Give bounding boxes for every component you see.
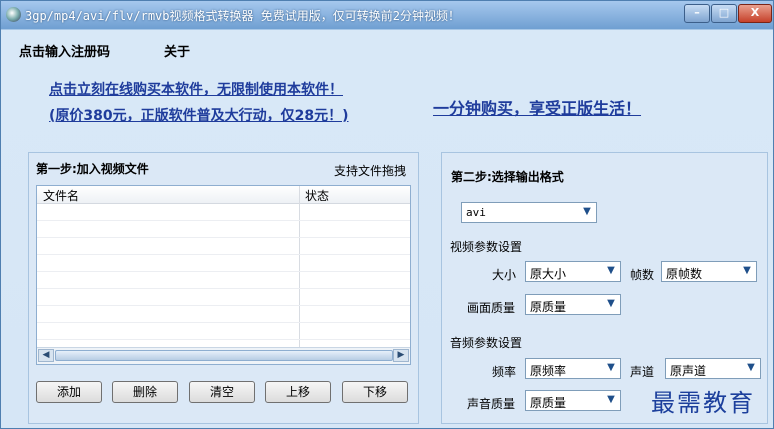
drag-hint: 支持文件拖拽 xyxy=(334,164,407,178)
minimize-button[interactable]: – xyxy=(684,4,710,23)
size-select[interactable]: 原大小 ▼ xyxy=(525,261,621,282)
row-divider xyxy=(37,305,410,306)
row-divider xyxy=(37,288,410,289)
row-divider xyxy=(37,339,410,340)
app-icon xyxy=(6,7,21,22)
about-menu[interactable]: 关于 xyxy=(164,41,190,60)
column-filename[interactable]: 文件名 xyxy=(43,187,79,204)
app-window: 3gp/mp4/avi/flv/rmvb视频格式转换器 免费试用版，仅可转换前2… xyxy=(0,0,774,429)
list-header: 文件名 状态 xyxy=(37,186,410,204)
row-divider xyxy=(37,322,410,323)
format-select[interactable]: avi ▼ xyxy=(461,202,597,223)
register-menu[interactable]: 点击输入注册码 xyxy=(19,41,110,60)
scroll-right-icon[interactable]: ▶ xyxy=(393,349,409,362)
clear-button[interactable]: 清空 xyxy=(189,381,255,403)
add-button[interactable]: 添加 xyxy=(36,381,102,403)
channel-label: 声道 xyxy=(630,365,655,379)
maximize-button[interactable]: □ xyxy=(711,4,737,23)
row-divider xyxy=(37,237,410,238)
chevron-down-icon: ▼ xyxy=(607,298,615,309)
video-section-label: 视频参数设置 xyxy=(450,240,523,254)
chevron-down-icon: ▼ xyxy=(607,362,615,373)
format-value: avi xyxy=(466,206,486,219)
fps-value: 原帧数 xyxy=(666,267,703,281)
channel-value: 原声道 xyxy=(670,364,707,378)
quality-select[interactable]: 原质量 ▼ xyxy=(525,294,621,315)
row-divider xyxy=(37,220,410,221)
buy-one-minute-link[interactable]: 一分钟购买，享受正版生活！ xyxy=(433,95,641,119)
fps-label: 帧数 xyxy=(630,268,655,282)
frequency-select[interactable]: 原频率 ▼ xyxy=(525,358,621,379)
scroll-thumb[interactable] xyxy=(55,350,393,361)
frequency-label: 频率 xyxy=(492,365,517,379)
chevron-down-icon: ▼ xyxy=(607,394,615,405)
row-divider xyxy=(37,254,410,255)
size-label: 大小 xyxy=(492,268,517,282)
audio-quality-label: 声音质量 xyxy=(467,397,516,411)
audio-section-label: 音频参数设置 xyxy=(450,336,523,350)
title-bar[interactable]: 3gp/mp4/avi/flv/rmvb视频格式转换器 免费试用版，仅可转换前2… xyxy=(1,1,773,29)
file-list[interactable]: 文件名 状态 ◀ ▶ xyxy=(36,185,411,365)
frequency-value: 原频率 xyxy=(530,364,567,378)
delete-button[interactable]: 删除 xyxy=(112,381,178,403)
chevron-down-icon: ▼ xyxy=(607,265,615,276)
step1-title: 第一步:加入视频文件 xyxy=(36,162,149,176)
audio-quality-value: 原质量 xyxy=(530,396,567,410)
close-button[interactable]: X xyxy=(738,4,772,23)
audio-quality-select[interactable]: 原质量 ▼ xyxy=(525,390,621,411)
column-status[interactable]: 状态 xyxy=(305,187,329,204)
move-down-button[interactable]: 下移 xyxy=(342,381,408,403)
quality-value: 原质量 xyxy=(530,300,567,314)
horizontal-scrollbar[interactable]: ◀ ▶ xyxy=(37,347,410,364)
chevron-down-icon: ▼ xyxy=(583,206,591,217)
fps-select[interactable]: 原帧数 ▼ xyxy=(661,261,757,282)
channel-select[interactable]: 原声道 ▼ xyxy=(665,358,761,379)
move-up-button[interactable]: 上移 xyxy=(265,381,331,403)
price-link[interactable]: (原价380元，正版软件普及大行动，仅28元！) xyxy=(49,105,349,125)
row-divider xyxy=(37,271,410,272)
step2-title: 第二步:选择输出格式 xyxy=(451,170,564,184)
scroll-left-icon[interactable]: ◀ xyxy=(38,349,54,362)
chevron-down-icon: ▼ xyxy=(747,362,755,373)
window-title: 3gp/mp4/avi/flv/rmvb视频格式转换器 免费试用版，仅可转换前2… xyxy=(25,9,460,23)
column-divider[interactable] xyxy=(299,186,300,364)
watermark-text: 最需教育 xyxy=(651,389,755,417)
size-value: 原大小 xyxy=(530,267,567,281)
chevron-down-icon: ▼ xyxy=(743,265,751,276)
quality-label: 画面质量 xyxy=(467,301,516,315)
buy-link[interactable]: 点击立刻在线购买本软件，无限制使用本软件！ xyxy=(49,79,343,99)
